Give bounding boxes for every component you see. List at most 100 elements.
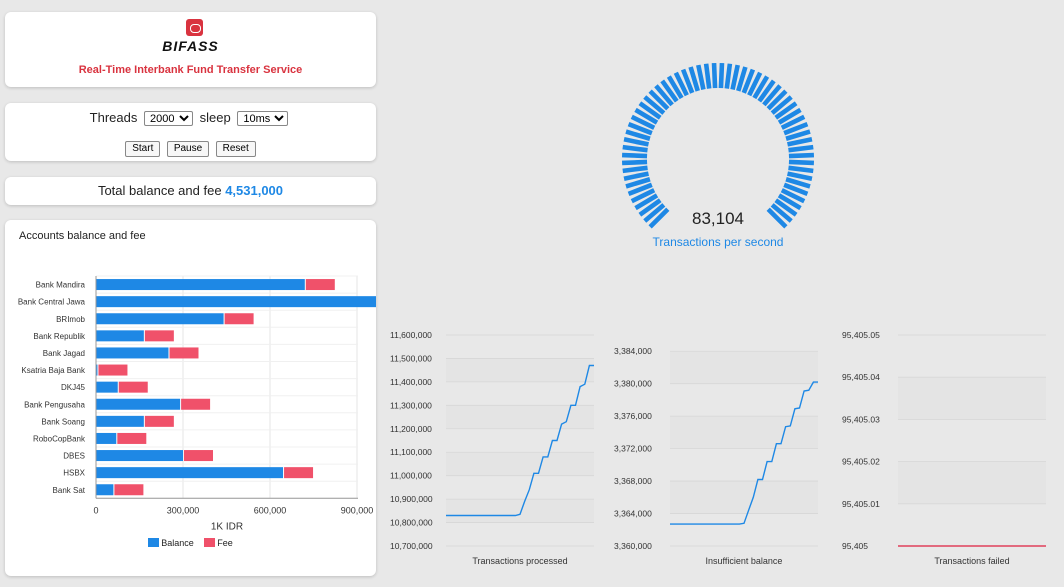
balance-bar <box>96 450 183 462</box>
accounts-legend: Balance Fee <box>5 538 376 548</box>
gauge-segment <box>788 152 815 159</box>
y-tick-label: 3,384,000 <box>614 346 652 356</box>
gauge-segment <box>787 137 813 147</box>
grid-band <box>670 416 818 449</box>
fee-bar <box>224 313 254 325</box>
category-label: DBES <box>63 452 85 461</box>
balance-bar <box>96 330 144 342</box>
fee-bar <box>169 347 199 359</box>
grid-band <box>898 461 1046 504</box>
category-label: Ksatria Baja Bank <box>21 366 86 375</box>
balance-bar <box>96 484 114 496</box>
bifass-logo-icon <box>186 19 203 36</box>
legend-balance[interactable]: Balance <box>148 538 194 548</box>
tps-value: 83,104 <box>692 209 744 228</box>
category-label: Bank Central Jawa <box>18 298 86 307</box>
reset-button[interactable]: Reset <box>215 140 256 157</box>
balance-bar <box>96 296 376 308</box>
threads-select[interactable]: 2000 <box>144 111 193 127</box>
balance-bar <box>96 279 305 291</box>
y-tick-label: 3,360,000 <box>614 541 652 551</box>
fee-bar <box>98 364 128 376</box>
legend-fee-label: Fee <box>217 538 233 548</box>
fee-bar <box>181 398 211 410</box>
y-tick-label: 95,405.02 <box>842 457 880 467</box>
brand-name: BIFASS <box>162 38 219 54</box>
y-tick-label: 11,400,000 <box>390 377 432 387</box>
fee-bar <box>114 484 144 496</box>
accounts-bar-chart: 0300,000600,000900,0001,200,000Bank Mand… <box>18 275 376 532</box>
y-tick-label: 10,800,000 <box>390 518 433 528</box>
gauge-segment <box>623 137 649 147</box>
category-label: RoboCopBank <box>33 434 86 443</box>
x-axis-label: 1K IDR <box>211 521 243 532</box>
grid-band <box>446 499 594 523</box>
settings-row: Threads 2000 sleep 10ms <box>5 110 376 127</box>
balance-bar <box>96 467 284 479</box>
y-tick-label: 11,000,000 <box>390 471 432 481</box>
y-tick-label: 95,405.05 <box>842 330 880 340</box>
gauge-segment <box>711 62 718 89</box>
category-label: Bank Jagad <box>43 349 85 358</box>
grid-band <box>446 405 594 429</box>
gauge-segment <box>621 152 648 159</box>
controls-card: Threads 2000 sleep 10ms Start Pause Rese… <box>5 103 376 161</box>
transactions-processed-chart: 10,700,000 10,800,000 10,900,000 11,000,000… <box>390 330 594 566</box>
grid-band <box>898 377 1046 420</box>
insufficient-balance-chart: 3,360,000 3,364,000 3,368,000 3,372,000 3,37… <box>614 346 818 566</box>
pause-button[interactable]: Pause <box>166 140 210 157</box>
y-tick-label: 95,405 <box>842 541 868 551</box>
sleep-label: sleep <box>199 110 231 125</box>
action-buttons: Start Pause Reset <box>5 138 376 157</box>
category-label: DKJ45 <box>61 383 86 392</box>
accounts-chart-card: Accounts balance and fee 0 300,000 600,000… <box>5 220 376 576</box>
balance-bar <box>96 381 118 393</box>
data-line <box>446 364 594 517</box>
fee-bar <box>144 330 174 342</box>
x-axis-label: Insufficient balance <box>706 556 783 566</box>
gauge-segment <box>730 64 740 90</box>
threads-label: Threads <box>89 110 138 125</box>
y-tick-label: 11,500,000 <box>390 353 432 363</box>
y-tick-label: 11,100,000 <box>390 447 432 457</box>
gauge-segment <box>621 159 648 166</box>
y-tick-label: 3,376,000 <box>614 411 652 421</box>
legend-fee[interactable]: Fee <box>204 538 233 548</box>
y-tick-label: 95,405.03 <box>842 414 880 424</box>
gauge-segment <box>788 159 815 166</box>
grid-band <box>446 452 594 476</box>
fee-bar <box>118 381 148 393</box>
legend-balance-label: Balance <box>161 538 194 548</box>
category-label: HSBX <box>63 469 85 478</box>
gauge-segment <box>696 64 706 90</box>
gauge-segment <box>724 63 733 89</box>
gauge-segment <box>622 144 648 153</box>
x-axis-label: Transactions failed <box>934 556 1009 566</box>
category-label: BRImob <box>56 315 85 324</box>
y-tick-label: 11,200,000 <box>390 424 432 434</box>
total-value: 4,531,000 <box>225 183 284 198</box>
gauge-segment <box>622 165 648 174</box>
x-tick-label: 300,000 <box>167 505 200 515</box>
gauge-segment <box>788 165 814 174</box>
balance-bar <box>96 415 144 427</box>
y-tick-label: 3,368,000 <box>614 476 652 486</box>
brand-card: BIFASS Real-Time Interbank Fund Transfer… <box>5 12 376 87</box>
y-tick-label: 10,900,000 <box>390 494 433 504</box>
category-label: Bank Mandira <box>36 281 86 290</box>
x-tick-label: 0 <box>93 505 98 515</box>
grid-band <box>670 351 818 384</box>
gauge-segment <box>718 62 725 89</box>
fee-swatch <box>204 538 216 547</box>
y-tick-label: 11,600,000 <box>390 330 432 340</box>
gauge-segment <box>788 144 814 153</box>
balance-swatch <box>148 538 160 547</box>
fee-bar <box>305 279 335 291</box>
y-tick-label: 95,405.04 <box>842 372 880 382</box>
start-button[interactable]: Start <box>125 140 161 157</box>
category-label: Bank Sat <box>53 486 86 495</box>
y-tick-label: 95,405.01 <box>842 499 880 509</box>
sleep-select[interactable]: 10ms <box>237 111 289 127</box>
x-axis-label: Transactions processed <box>472 556 567 566</box>
grid-band <box>446 358 594 382</box>
